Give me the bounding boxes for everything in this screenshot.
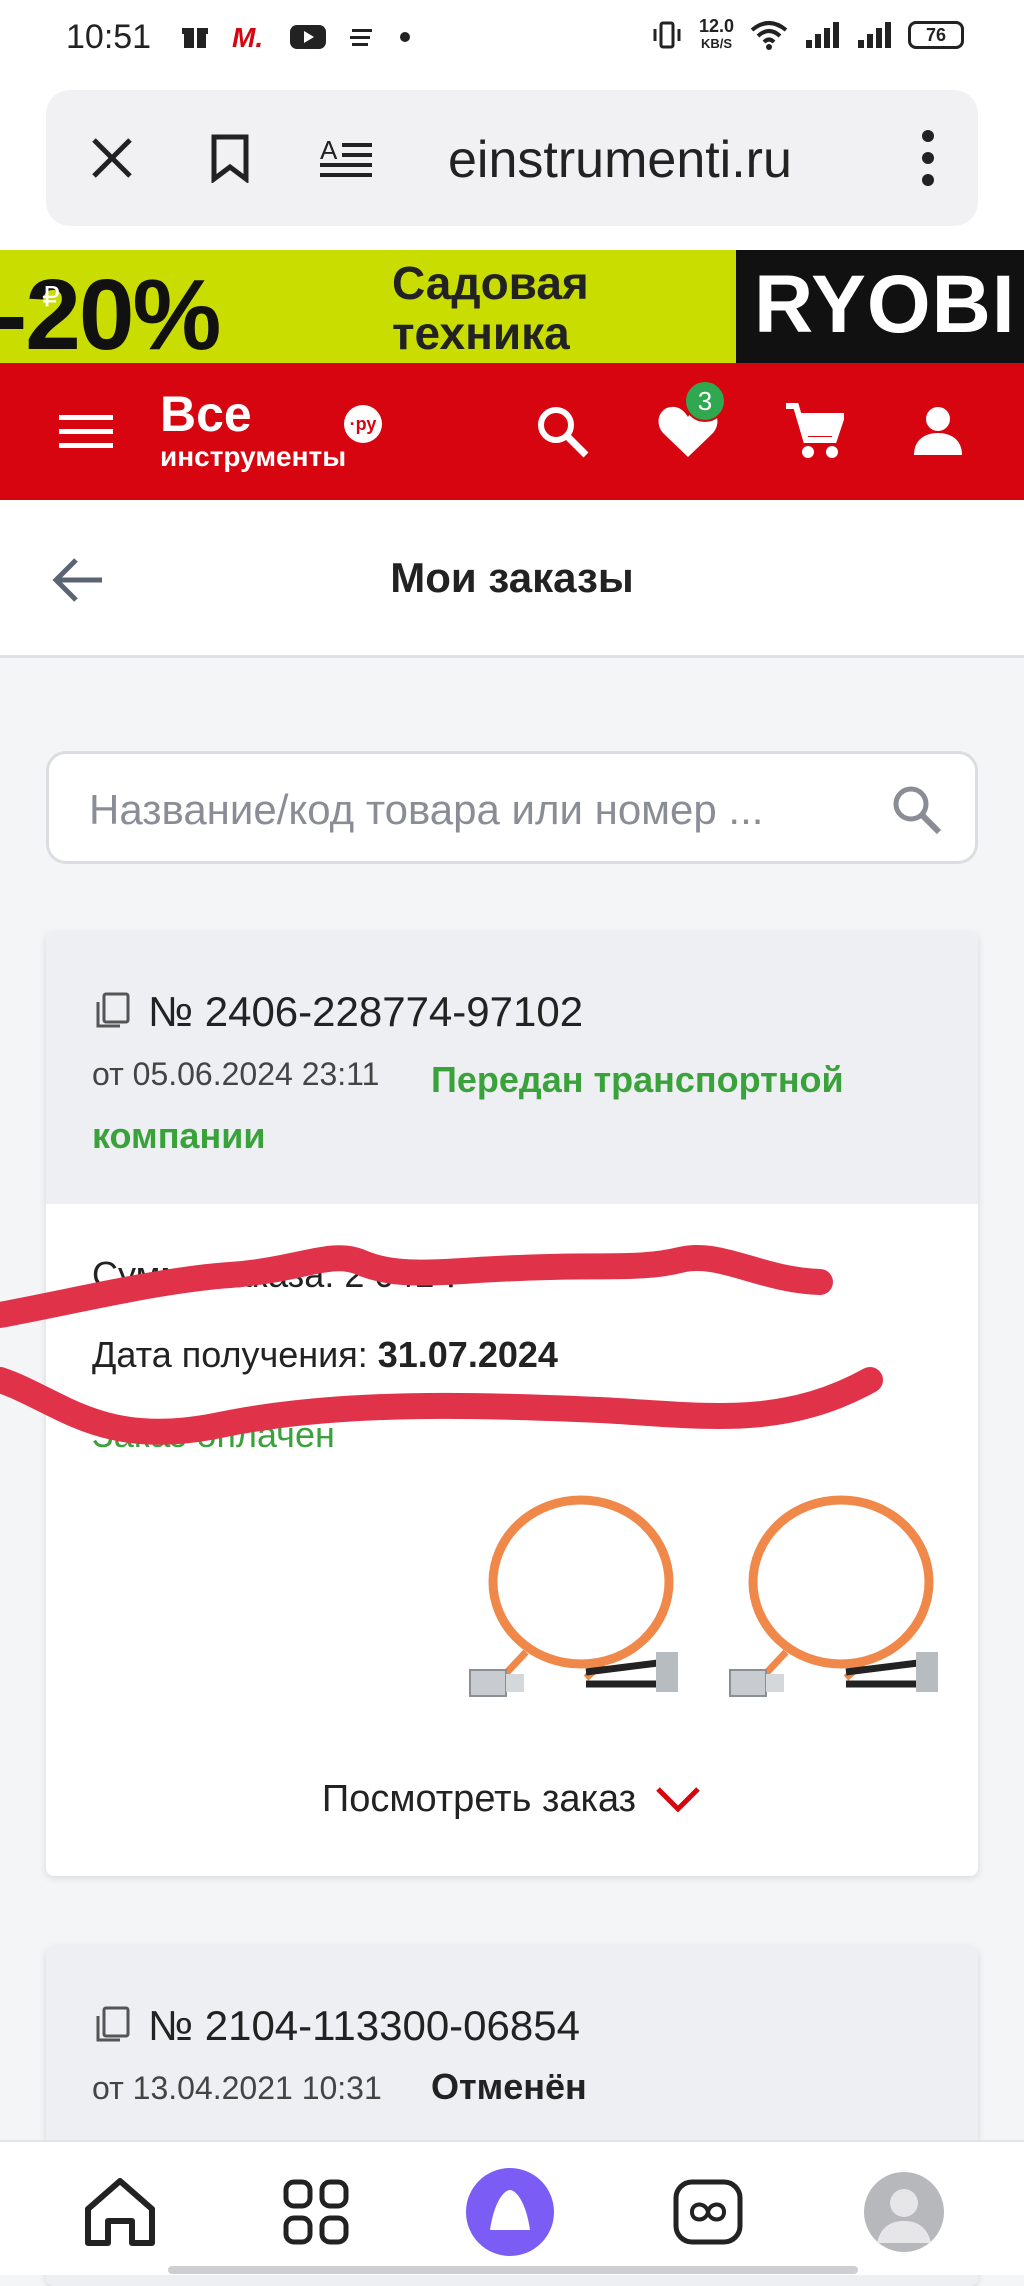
order-search-box (46, 751, 978, 864)
order-status: Передан транспортной компании (92, 1052, 951, 1156)
page-title: Мои заказы (390, 554, 634, 601)
close-icon[interactable] (80, 126, 144, 190)
logo-line2: инструменты (160, 441, 347, 472)
promo-currency: ₽ (42, 281, 60, 312)
status-bar: 10:51 M. 12.0 KB/S 76 (0, 0, 1024, 80)
receive-date-label: Дата получения: (92, 1334, 368, 1375)
copy-icon[interactable] (92, 2004, 132, 2044)
product-image[interactable] (716, 1492, 946, 1712)
order-status-line2: компании (92, 1115, 266, 1156)
battery-indicator: 76 (908, 21, 964, 49)
grid-icon[interactable] (268, 2164, 364, 2260)
product-image[interactable] (456, 1492, 686, 1712)
promo-text-line1: Садовая (392, 257, 589, 309)
copy-icon[interactable] (92, 990, 132, 1030)
reader-mode-icon[interactable]: A (314, 126, 378, 190)
order-date: от 05.06.2024 23:11 (92, 1056, 380, 1092)
signal-icon (806, 22, 839, 48)
gift-icon (182, 28, 208, 48)
youtube-icon (290, 25, 326, 49)
alice-icon[interactable] (462, 2164, 558, 2260)
bookmark-icon[interactable] (198, 126, 262, 190)
m-video-icon: M. (232, 22, 263, 52)
signal-icon-2 (858, 22, 891, 48)
order-date: от 13.04.2021 10:31 (92, 2070, 382, 2106)
payment-status: Заказ оплачен (92, 1414, 335, 1455)
url-text[interactable]: einstrumenti.ru (448, 130, 792, 190)
order-number[interactable]: № 2406-228774-97102 (148, 988, 583, 1036)
logo-line1: Все (160, 386, 252, 442)
page-header: Мои заказы (0, 500, 1024, 658)
order-status: Отменён (431, 2066, 587, 2107)
promo-brand-logo: RYOBI (736, 250, 1024, 363)
profile-avatar[interactable] (856, 2164, 952, 2260)
status-time: 10:51 (66, 18, 152, 56)
receive-date-value: 31.07.2024 (377, 1334, 558, 1375)
site-header: Все инструменты ·ру 3 (0, 363, 1024, 500)
browser-toolbar: A einstrumenti.ru (0, 80, 1024, 250)
order-card[interactable]: № 2406-228774-97102 от 05.06.2024 23:11 … (46, 932, 978, 1876)
svg-text:A: A (320, 135, 338, 165)
favorites-count-badge: 3 (684, 380, 726, 422)
view-order-button[interactable]: Посмотреть заказ (46, 1778, 978, 1821)
chevron-down-icon (656, 1786, 700, 1813)
order-card-header: № 2406-228774-97102 от 05.06.2024 23:11 … (46, 932, 978, 1204)
gesture-bar (168, 2266, 858, 2274)
address-bar[interactable]: A einstrumenti.ru (46, 90, 978, 226)
net-speed-unit: KB/S (700, 36, 732, 51)
wifi-icon (750, 21, 788, 50)
logo-badge: ·ру (344, 405, 382, 443)
browser-bottom-nav (0, 2140, 1024, 2275)
order-products (456, 1492, 946, 1712)
news-icon (350, 29, 372, 46)
promo-banner[interactable]: -20% ₽ Садовая техника RYOBI (0, 250, 1024, 363)
order-search-input[interactable] (89, 782, 889, 838)
promo-text: Садовая техника (392, 258, 589, 358)
more-vertical-icon[interactable] (896, 126, 960, 190)
notification-icons: M. (180, 22, 412, 52)
cart-icon[interactable] (782, 399, 846, 463)
svg-text:M.: M. (232, 22, 263, 52)
search-icon[interactable] (889, 782, 949, 842)
view-order-label: Посмотреть заказ (321, 1778, 637, 1820)
menu-icon[interactable] (54, 399, 118, 463)
infinity-icon[interactable] (660, 2164, 756, 2260)
order-status-line1: Передан транспортной (431, 1059, 844, 1100)
net-speed: 12.0 KB/S (698, 16, 734, 52)
order-sum: Сумма заказа: 2 041 ₽ (92, 1254, 468, 1295)
dot-icon (400, 32, 410, 42)
order-number[interactable]: № 2104-113300-06854 (148, 2002, 580, 2050)
system-icons: 12.0 KB/S 76 (651, 16, 964, 52)
account-icon[interactable] (906, 399, 970, 463)
home-icon[interactable] (72, 2164, 168, 2260)
net-speed-value: 12.0 (698, 16, 734, 36)
promo-discount: -20% (0, 259, 221, 363)
vibrate-icon (653, 21, 681, 49)
promo-text-line2: техника (392, 307, 570, 359)
order-receive-date: Дата получения: 31.07.2024 (92, 1334, 558, 1376)
search-icon[interactable] (530, 399, 594, 463)
